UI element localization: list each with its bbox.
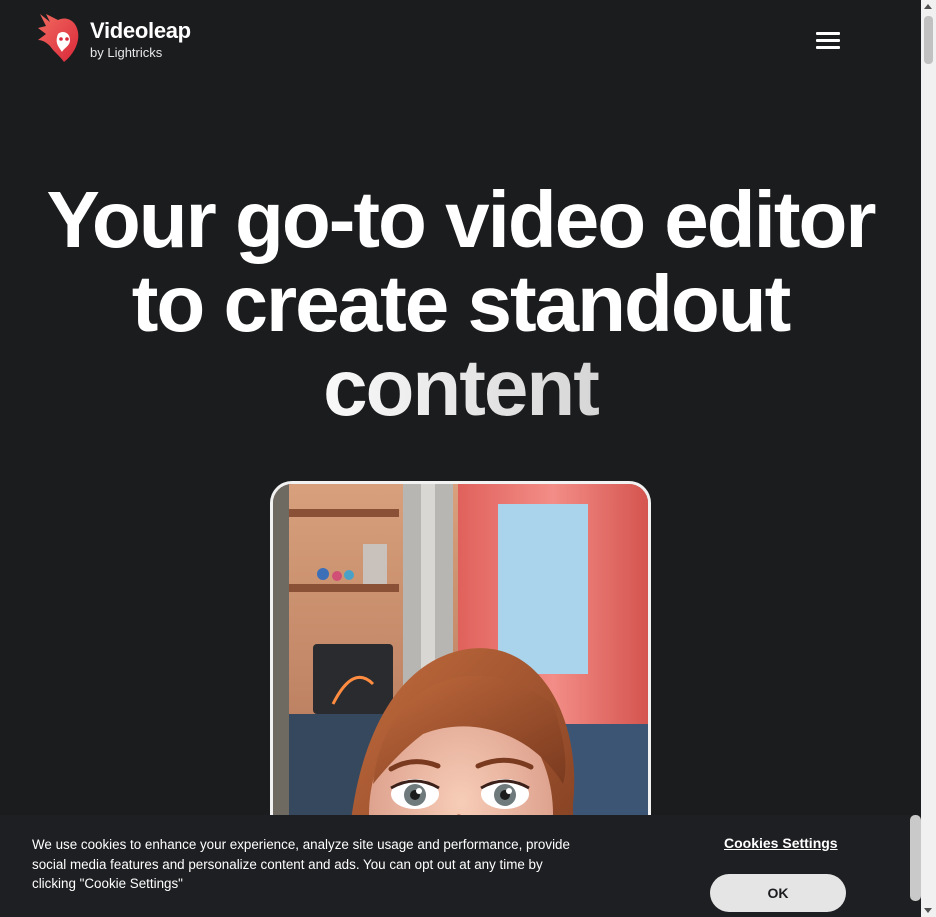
hamburger-menu-icon[interactable]	[812, 28, 844, 54]
brand-subtitle: by Lightricks	[90, 44, 163, 60]
hero-line-1: Your go-to video editor	[46, 175, 876, 264]
scroll-up-arrow-icon[interactable]	[924, 4, 932, 9]
brand-logo[interactable]: Videoleap by Lightricks	[36, 12, 191, 64]
cookie-message: We use cookies to enhance your experienc…	[32, 837, 570, 892]
cookies-settings-link[interactable]: Cookies Settings	[724, 835, 838, 851]
page: Videoleap by Lightricks Your go-to video…	[0, 0, 921, 917]
hero-line-2: to create standout	[131, 259, 791, 348]
hero-heading: Your go-to video editor to create stando…	[0, 178, 921, 430]
hero-line-3: content	[0, 346, 921, 430]
videoleap-logo-icon	[38, 14, 79, 62]
banner-scroll-handle[interactable]	[910, 815, 921, 901]
brand-name: Videoleap	[90, 17, 191, 43]
page-scrollbar[interactable]	[921, 0, 936, 917]
cookie-ok-button[interactable]: OK	[710, 874, 846, 912]
scroll-down-arrow-icon[interactable]	[924, 908, 932, 913]
scrollbar-thumb[interactable]	[924, 16, 933, 64]
